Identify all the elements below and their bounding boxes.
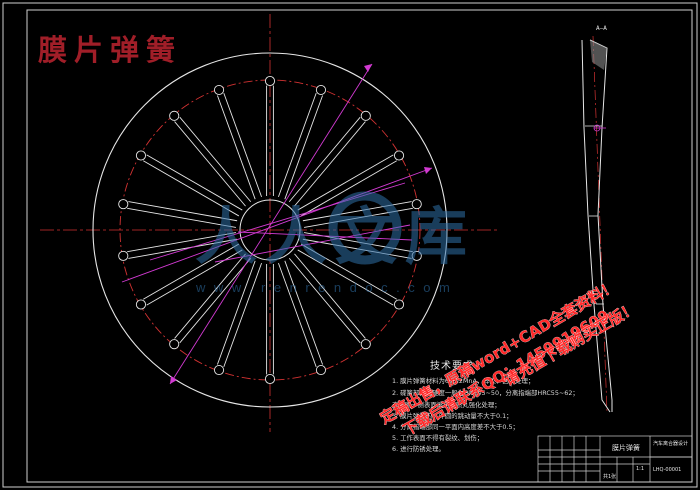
finger-slot-edge [146, 154, 243, 211]
finger-slot-edge [284, 260, 324, 365]
finger-slot-edge [179, 116, 252, 203]
finger-slot-edge [223, 262, 262, 368]
finger-slot-hole [360, 339, 371, 350]
finger-slot-edge [288, 116, 361, 203]
finger-slot-hole [169, 110, 180, 121]
titleblock-sheet: 共1张 [603, 473, 616, 480]
finger-slot-edge [216, 95, 256, 200]
cad-drawing: 膜片弹簧 A—A 人人文库 www.renrendoc.com 技术要求 1. … [2, 2, 698, 488]
titleblock-part-name: 膜片弹簧 [612, 443, 640, 452]
titleblock-drawing-no: LHQ-00001 [653, 467, 681, 473]
finger-slot-hole [264, 75, 276, 87]
section-centerline [592, 35, 608, 413]
drawing-title: 膜片弹簧 [38, 33, 182, 67]
finger-slot-hole [393, 299, 405, 310]
finger-slot-hole [213, 84, 225, 96]
finger-slot-hole [135, 150, 147, 161]
titleblock-institution: 汽车离合器设计 [653, 440, 688, 447]
finger-slot-hole [393, 150, 405, 161]
finger-slot-hole [118, 250, 129, 261]
finger-slot-hole [169, 339, 180, 350]
watermark-brand: 人人文库 [195, 203, 475, 272]
finger-slot-edge [284, 95, 324, 200]
finger-slot-hole [135, 299, 147, 310]
watermark-url: www.renrendoc.com [195, 280, 458, 295]
section-hatch-top [590, 40, 607, 70]
finger-slot-hole [264, 373, 276, 385]
tech-line: 6. 进行防锈处理。 [392, 444, 445, 453]
finger-slot-edge [223, 92, 262, 198]
watermark: 人人文库 www.renrendoc.com [195, 191, 475, 295]
titleblock-scale: 1:1 [636, 466, 644, 472]
section-view: A—A [581, 25, 613, 413]
finger-slot-edge [278, 262, 317, 368]
section-outline-right [589, 39, 613, 412]
section-label: A—A [596, 25, 607, 32]
finger-slot-edge [174, 121, 246, 207]
section-outline-left [581, 39, 611, 413]
finger-slot-hole [315, 84, 327, 96]
finger-slot-hole [360, 110, 371, 121]
finger-slot-hole [118, 199, 129, 210]
finger-slot-edge [278, 92, 317, 198]
finger-slot-edge [216, 260, 256, 365]
finger-slot-hole [315, 364, 327, 376]
finger-slot-hole [213, 364, 225, 376]
